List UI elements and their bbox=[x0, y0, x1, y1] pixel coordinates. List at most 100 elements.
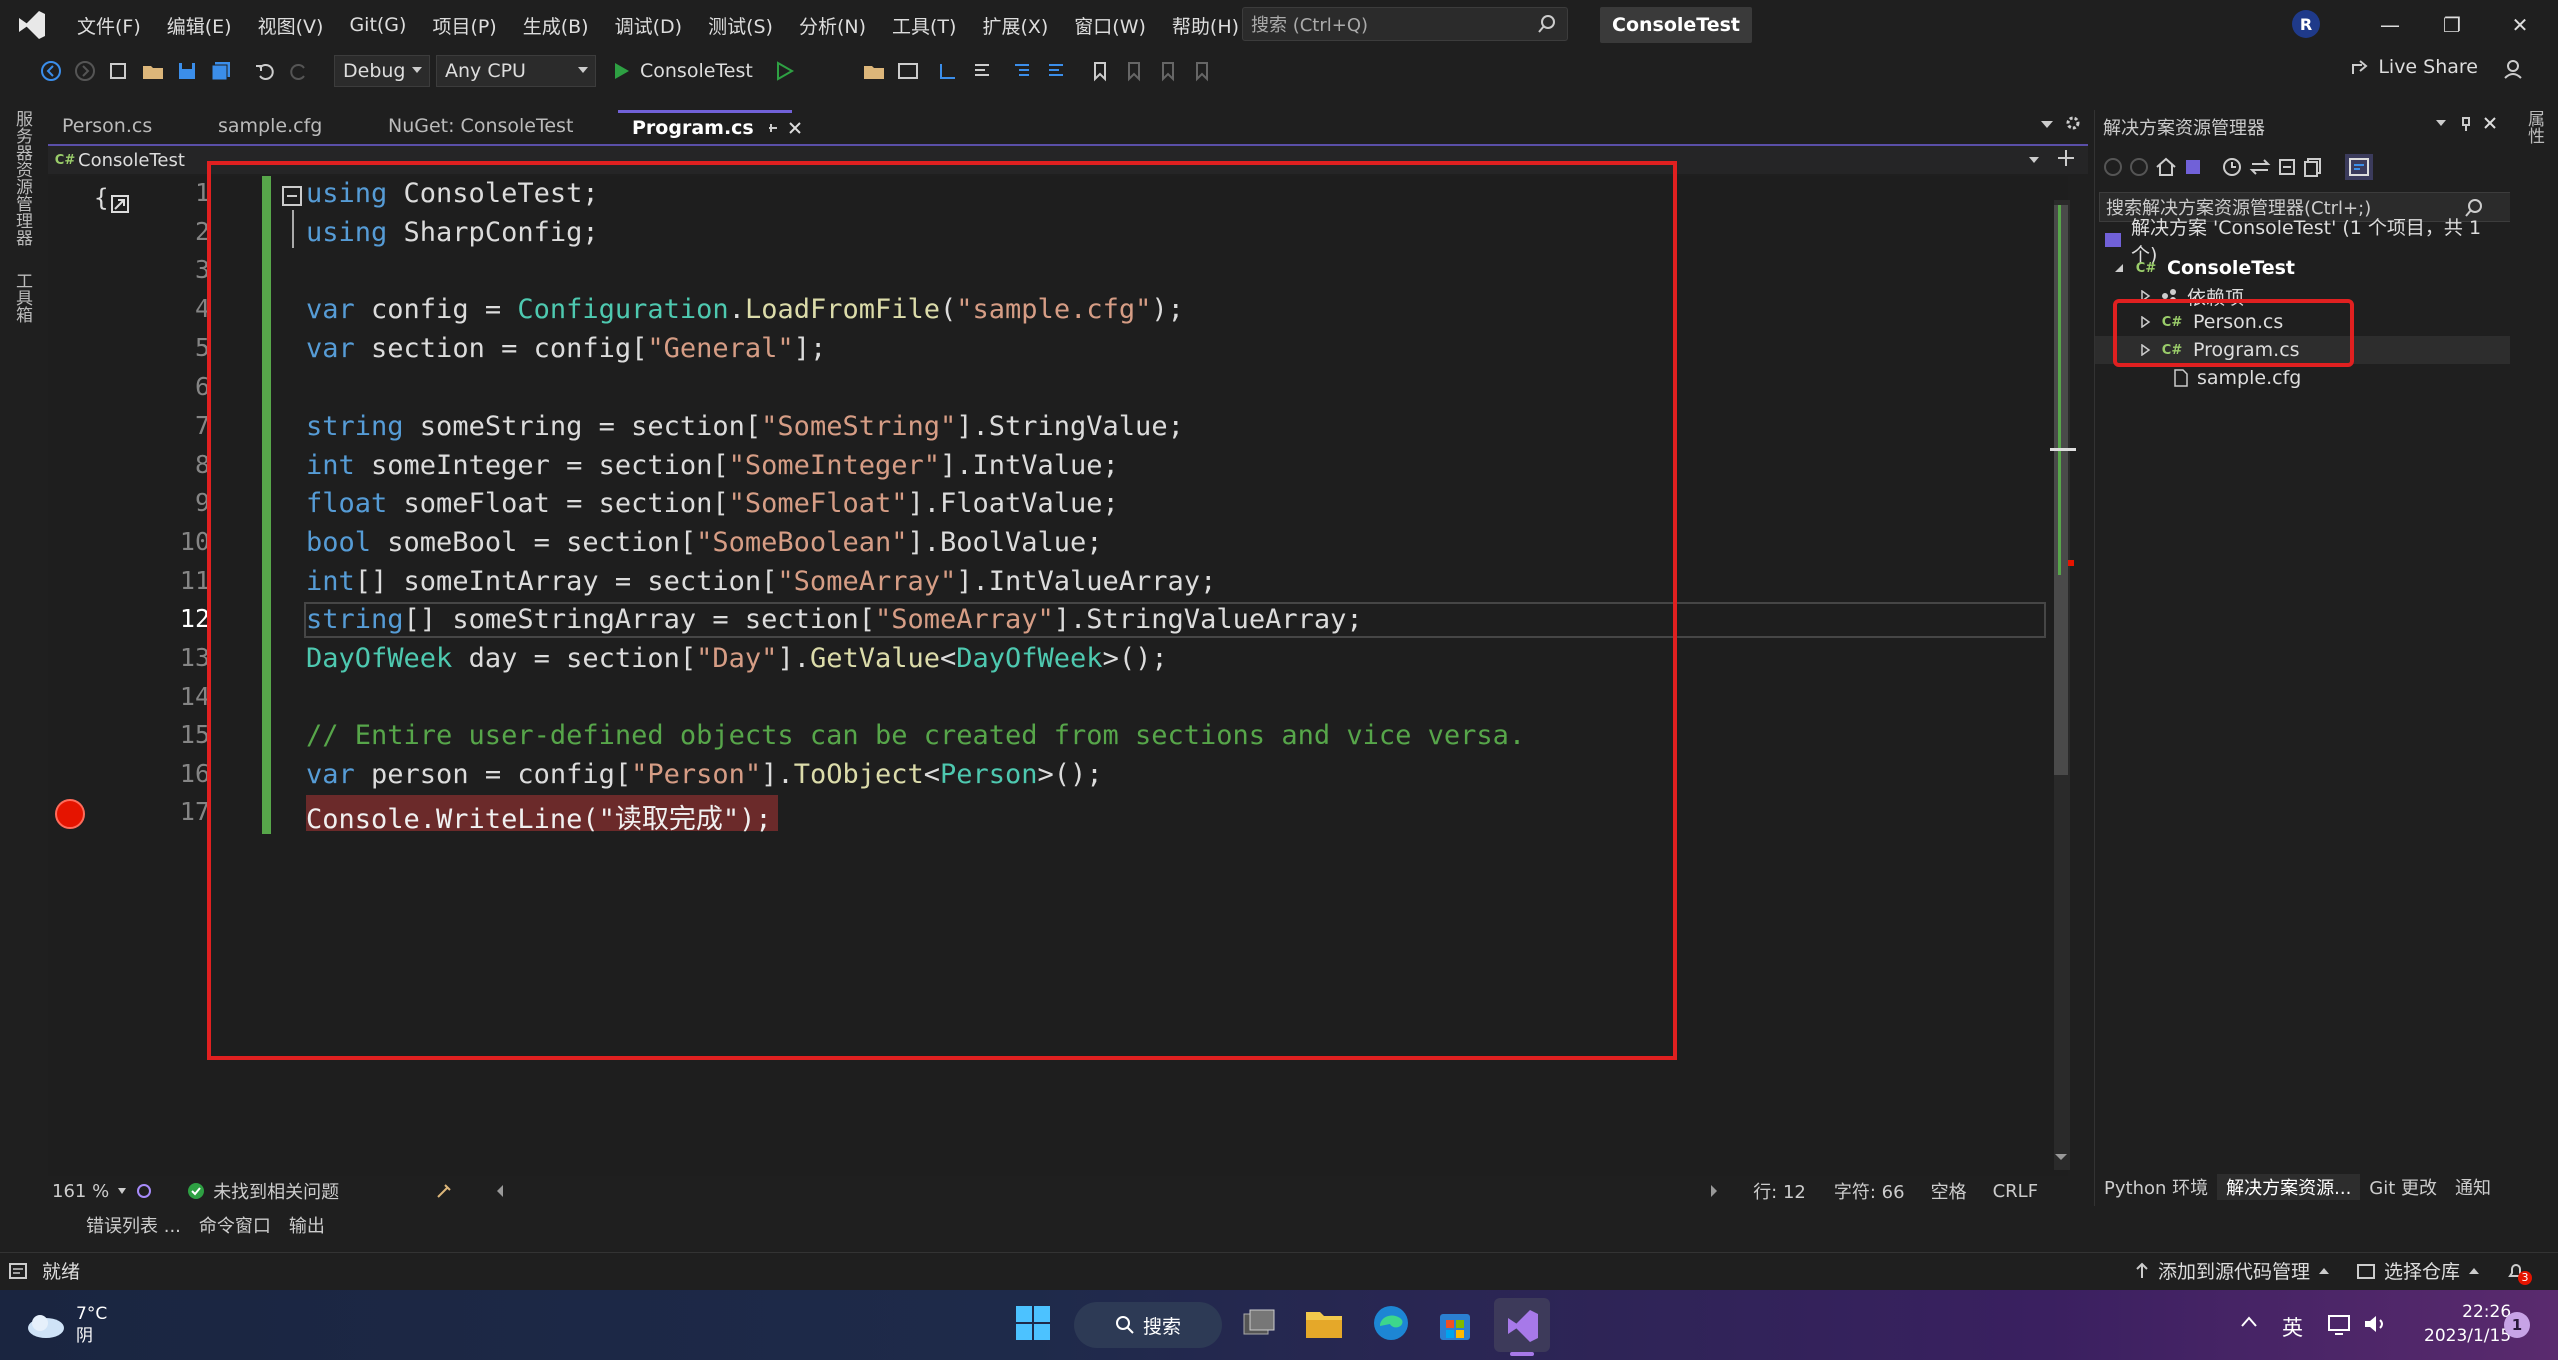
tab-python-env[interactable]: Python 环境 bbox=[2095, 1174, 2217, 1200]
tab-command-window[interactable]: 命令窗口 bbox=[193, 1212, 277, 1242]
restore-button[interactable]: ❐ bbox=[2432, 8, 2472, 42]
indent-icon[interactable] bbox=[1007, 56, 1037, 86]
weather-widget[interactable]: 7°C 阴 bbox=[76, 1303, 107, 1347]
show-all-files-icon[interactable] bbox=[2303, 157, 2323, 177]
close-panel-icon[interactable] bbox=[2483, 116, 2497, 130]
scroll-down-icon[interactable] bbox=[2054, 1152, 2068, 1162]
scroll-right-icon[interactable] bbox=[1709, 1184, 1719, 1198]
platform-select[interactable]: Any CPU bbox=[436, 55, 596, 87]
chevron-up-icon[interactable] bbox=[2468, 1266, 2480, 1276]
outdent-icon[interactable] bbox=[1041, 56, 1071, 86]
ime-indicator[interactable]: 英 bbox=[2282, 1312, 2303, 1342]
start-debug-icon[interactable] bbox=[606, 56, 636, 86]
sync-icon[interactable] bbox=[2249, 157, 2271, 177]
pin-icon[interactable] bbox=[2459, 116, 2473, 132]
menu-item[interactable]: 生成(B) bbox=[510, 0, 602, 50]
network-icon[interactable] bbox=[2326, 1312, 2352, 1336]
settings-gear-icon[interactable] bbox=[2064, 114, 2082, 132]
step-into-icon[interactable] bbox=[933, 56, 963, 86]
menu-item[interactable]: 窗口(W) bbox=[1061, 0, 1159, 50]
task-view-icon[interactable] bbox=[1240, 1306, 1278, 1342]
project-node[interactable]: C# ConsoleTest bbox=[2113, 254, 2295, 282]
chevron-up-icon[interactable] bbox=[2318, 1266, 2330, 1276]
pin-icon[interactable] bbox=[766, 121, 780, 135]
menu-item[interactable]: 扩展(X) bbox=[969, 0, 1061, 50]
next-bookmark-icon[interactable] bbox=[1153, 56, 1183, 86]
tab-notifications[interactable]: 通知 bbox=[2446, 1174, 2500, 1200]
select-repository-button[interactable]: 选择仓库 bbox=[2384, 1257, 2460, 1284]
codelens-icon[interactable]: { bbox=[94, 182, 136, 218]
tab-git-changes[interactable]: Git 更改 bbox=[2360, 1174, 2446, 1200]
menu-item[interactable]: 视图(V) bbox=[245, 0, 337, 50]
back-icon[interactable] bbox=[36, 56, 66, 86]
file-sample-cfg[interactable]: sample.cfg bbox=[2173, 364, 2301, 392]
volume-icon[interactable] bbox=[2362, 1312, 2388, 1336]
whitespace-indicator[interactable]: 空格 bbox=[1931, 1178, 1967, 1204]
chevron-down-icon[interactable] bbox=[2028, 155, 2040, 165]
undo-icon[interactable] bbox=[250, 56, 280, 86]
tab-output[interactable]: 输出 bbox=[283, 1212, 331, 1242]
issues-status[interactable]: 未找到相关问题 bbox=[213, 1178, 339, 1204]
properties-tab[interactable]: 属性 bbox=[2522, 110, 2547, 144]
run-target-button[interactable]: ConsoleTest bbox=[640, 60, 753, 82]
collapse-all-icon[interactable] bbox=[2277, 157, 2297, 177]
tab-person-cs[interactable]: Person.cs bbox=[48, 110, 204, 142]
menu-item[interactable]: Git(G) bbox=[336, 0, 419, 50]
menu-item[interactable]: 测试(S) bbox=[695, 0, 786, 50]
save-icon[interactable] bbox=[172, 56, 202, 86]
redo-icon[interactable] bbox=[284, 56, 314, 86]
menu-item[interactable]: 工具(T) bbox=[879, 0, 969, 50]
switch-views-icon[interactable] bbox=[2183, 157, 2205, 177]
line-ending-indicator[interactable]: CRLF bbox=[1993, 1181, 2038, 1202]
tab-solution-explorer[interactable]: 解决方案资源... bbox=[2217, 1174, 2361, 1200]
server-explorer-tab[interactable]: 服务器资源管理器 bbox=[10, 110, 35, 246]
weather-cloud-icon[interactable] bbox=[24, 1310, 68, 1340]
menu-item[interactable]: 帮助(H) bbox=[1159, 0, 1252, 50]
configuration-select[interactable]: Debug bbox=[334, 55, 430, 87]
tab-program-cs[interactable]: Program.cs bbox=[618, 110, 801, 142]
zoom-select[interactable]: 161 % bbox=[52, 1181, 109, 1202]
chevron-up-icon[interactable] bbox=[2240, 1314, 2258, 1328]
prev-bookmark-icon[interactable] bbox=[1119, 56, 1149, 86]
bookmark-icon[interactable] bbox=[1085, 56, 1115, 86]
tab-sample-cfg[interactable]: sample.cfg bbox=[204, 110, 374, 142]
output-icon[interactable] bbox=[8, 1262, 28, 1280]
search-input[interactable]: 搜索 (Ctrl+Q) bbox=[1242, 7, 1568, 41]
save-all-icon[interactable] bbox=[206, 56, 236, 86]
menu-item[interactable]: 项目(P) bbox=[419, 0, 509, 50]
char-indicator[interactable]: 字符: 66 bbox=[1834, 1178, 1905, 1204]
chevron-down-icon[interactable] bbox=[2435, 118, 2447, 128]
tab-nuget[interactable]: NuGet: ConsoleTest bbox=[374, 110, 618, 142]
minimize-button[interactable]: — bbox=[2370, 8, 2410, 42]
add-source-control-button[interactable]: 添加到源代码管理 bbox=[2158, 1257, 2310, 1284]
solution-node[interactable]: 解决方案 'ConsoleTest' (1 个项目，共 1 个) bbox=[2103, 217, 2510, 266]
home-icon[interactable] bbox=[2155, 157, 2177, 177]
microsoft-store-icon[interactable] bbox=[1436, 1304, 1474, 1342]
forward-icon[interactable] bbox=[70, 56, 100, 86]
notification-center-badge[interactable]: 1 bbox=[2504, 1312, 2530, 1338]
breakpoint-icon[interactable] bbox=[55, 799, 85, 829]
edge-browser-icon[interactable] bbox=[1372, 1304, 1410, 1342]
back-icon[interactable] bbox=[2103, 157, 2123, 177]
open-folder-icon[interactable] bbox=[138, 56, 168, 86]
tab-overflow-icon[interactable] bbox=[2040, 118, 2054, 130]
live-share-button[interactable]: Live Share bbox=[2350, 56, 2478, 78]
visual-studio-logo-icon[interactable] bbox=[12, 5, 52, 45]
avatar[interactable]: R bbox=[2292, 10, 2320, 38]
menu-item[interactable]: 文件(F) bbox=[64, 0, 154, 50]
close-window-button[interactable]: ✕ bbox=[2500, 8, 2540, 42]
taskbar-clock[interactable]: 22:26 2023/1/15 bbox=[2424, 1300, 2511, 1348]
chevron-down-icon[interactable] bbox=[117, 1187, 127, 1195]
tab-error-list[interactable]: 错误列表 ... bbox=[80, 1212, 187, 1242]
start-without-debug-icon[interactable] bbox=[769, 56, 799, 86]
preview-selected-icon[interactable] bbox=[2345, 154, 2373, 180]
file-explorer-icon[interactable] bbox=[1304, 1304, 1344, 1342]
menu-item[interactable]: 调试(D) bbox=[602, 0, 695, 50]
close-tab-icon[interactable] bbox=[788, 121, 802, 135]
feedback-icon[interactable] bbox=[2502, 58, 2524, 80]
taskbar-search-button[interactable]: 搜索 bbox=[1074, 1302, 1222, 1348]
expanded-arrow-icon[interactable] bbox=[2113, 262, 2125, 274]
scrollbar-thumb[interactable] bbox=[2054, 205, 2068, 775]
notifications-bell-icon[interactable]: 3 bbox=[2506, 1261, 2533, 1285]
nav-project-select[interactable]: ConsoleTest bbox=[78, 150, 185, 171]
